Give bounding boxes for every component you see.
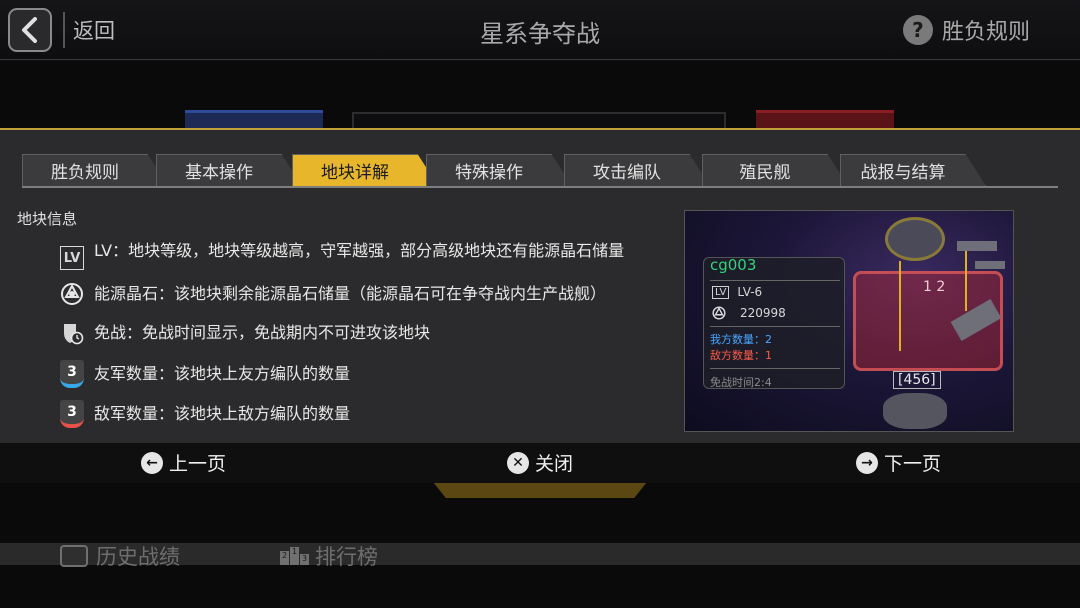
lv-icon: LV [712, 285, 730, 299]
help-icon: ? [902, 15, 933, 45]
background-center-frame [352, 112, 726, 128]
prev-page-label: 上一页 [169, 453, 227, 475]
info-text: 能源晶石：该地块剩余能源晶石储量（能源晶石可在争夺战内生产战舰） [94, 284, 607, 303]
tile-zone-label: 1 2 [923, 279, 946, 295]
tab-label: 胜负规则 [51, 163, 119, 183]
info-text: 敌军数量：该地块上敌方编队的数量 [94, 404, 351, 423]
tab-basic-operation[interactable]: 基本操作 [156, 154, 302, 186]
tab-label: 地块详解 [321, 163, 389, 183]
space-station-graphic [885, 217, 945, 261]
enemy-count-badge-icon: 3 [60, 400, 84, 428]
tile-crystal: 220998 [712, 306, 786, 320]
history-button[interactable]: 历史战绩 [60, 541, 180, 571]
background-gold-button [433, 482, 647, 498]
rules-label: 胜负规则 [941, 20, 1030, 45]
lv-icon: LV [60, 246, 84, 270]
tab-attack-formation[interactable]: 攻击编队 [564, 154, 710, 186]
prev-page-button[interactable]: ← 上一页 [141, 449, 226, 476]
close-icon: ✕ [507, 451, 529, 474]
background-blue-bar [185, 110, 323, 128]
tab-win-rules[interactable]: 胜负规则 [22, 154, 168, 186]
fleet-graphic [975, 261, 1005, 269]
close-label: 关闭 [535, 453, 574, 475]
tab-special-operation[interactable]: 特殊操作 [426, 154, 572, 186]
top-bar: 返回 星系争夺战 ? 胜负规则 [0, 0, 1080, 60]
info-text: 免战：免战时间显示，免战期内不可进攻该地块 [94, 323, 431, 342]
energy-crystal-icon [712, 306, 726, 320]
arrow-left-icon: ← [141, 451, 163, 474]
section-title: 地块信息 [17, 210, 78, 228]
tab-colony-ship[interactable]: 殖民舰 [702, 154, 848, 186]
tab-battle-report[interactable]: 战报与结算 [840, 154, 986, 186]
podium-icon: 2 1 3 [280, 547, 309, 565]
background-red-bar [756, 110, 894, 128]
truce-shield-icon [60, 321, 84, 345]
rules-button[interactable]: ? 胜负规则 [902, 14, 1030, 46]
fleet-graphic [957, 241, 997, 251]
podium-digit: 3 [300, 554, 309, 565]
tile-preview-image: 1 2 [456] cg003 LV LV-6 220998 我方数量：2 敌方… [684, 210, 1014, 432]
tab-label: 战报与结算 [860, 163, 946, 183]
info-item-enemy-count: 3 敌军数量：该地块上敌方编队的数量 [60, 400, 654, 428]
tab-label: 特殊操作 [455, 163, 523, 183]
energy-crystal-icon [60, 282, 84, 306]
ally-count-badge-icon: 3 [60, 360, 84, 388]
tile-zone-bottom-label: [456] [893, 371, 941, 389]
tab-label: 攻击编队 [593, 163, 661, 183]
tile-info-card: cg003 LV LV-6 220998 我方数量：2 敌方数量：1 免战时间2… [703, 256, 845, 389]
ally-count-text: 我方数量：2 [710, 333, 772, 346]
tab-label: 基本操作 [185, 163, 253, 183]
beam-graphic [899, 261, 901, 351]
arrow-right-icon: → [856, 451, 878, 474]
divider [710, 326, 840, 327]
beam-graphic [965, 251, 967, 311]
info-text: LV：地块等级，地块等级越高，守军越强，部分高级地块还有能源晶石储量 [94, 241, 625, 260]
divider [710, 280, 840, 281]
divider [710, 368, 840, 369]
info-item-lv: LV LV：地块等级，地块等级越高，守军越强，部分高级地块还有能源晶石储量 [60, 242, 654, 270]
modal-nav-bar: ← 上一页 ✕ 关闭 → 下一页 [0, 443, 1080, 483]
history-icon [60, 545, 88, 567]
podium-digit: 1 [290, 547, 299, 565]
history-label: 历史战绩 [96, 545, 180, 569]
tile-crystal-value: 220998 [740, 306, 786, 320]
ranking-button[interactable]: 2 1 3 排行榜 [280, 541, 378, 571]
tile-name: cg003 [710, 256, 757, 274]
close-button[interactable]: ✕ 关闭 [507, 449, 573, 476]
help-modal: 胜负规则 基本操作 地块详解 特殊操作 攻击编队 殖民舰 战报与结算 地块信息 … [0, 128, 1080, 483]
tile-level: LV LV-6 [712, 285, 762, 299]
next-page-label: 下一页 [884, 453, 942, 475]
info-text: 友军数量：该地块上友方编队的数量 [94, 364, 351, 383]
truce-time-text: 免战时间2:4 [710, 376, 772, 389]
tab-bar: 胜负规则 基本操作 地块详解 特殊操作 攻击编队 殖民舰 战报与结算 [22, 154, 1058, 188]
enemy-count-text: 敌方数量：1 [710, 349, 772, 362]
tab-tile-details[interactable]: 地块详解 [292, 154, 438, 186]
info-item-ally-count: 3 友军数量：该地块上友方编队的数量 [60, 360, 654, 388]
ranking-label: 排行榜 [315, 545, 378, 569]
next-page-button[interactable]: → 下一页 [856, 449, 941, 476]
tab-label: 殖民舰 [739, 163, 791, 183]
space-station-graphic [883, 393, 947, 429]
podium-digit: 2 [280, 551, 289, 565]
info-item-truce: 免战：免战时间显示，免战期内不可进攻该地块 [60, 321, 654, 345]
info-item-energy-crystal: 能源晶石：该地块剩余能源晶石储量（能源晶石可在争夺战内生产战舰） [60, 282, 654, 306]
tile-level-value: LV-6 [737, 285, 763, 299]
